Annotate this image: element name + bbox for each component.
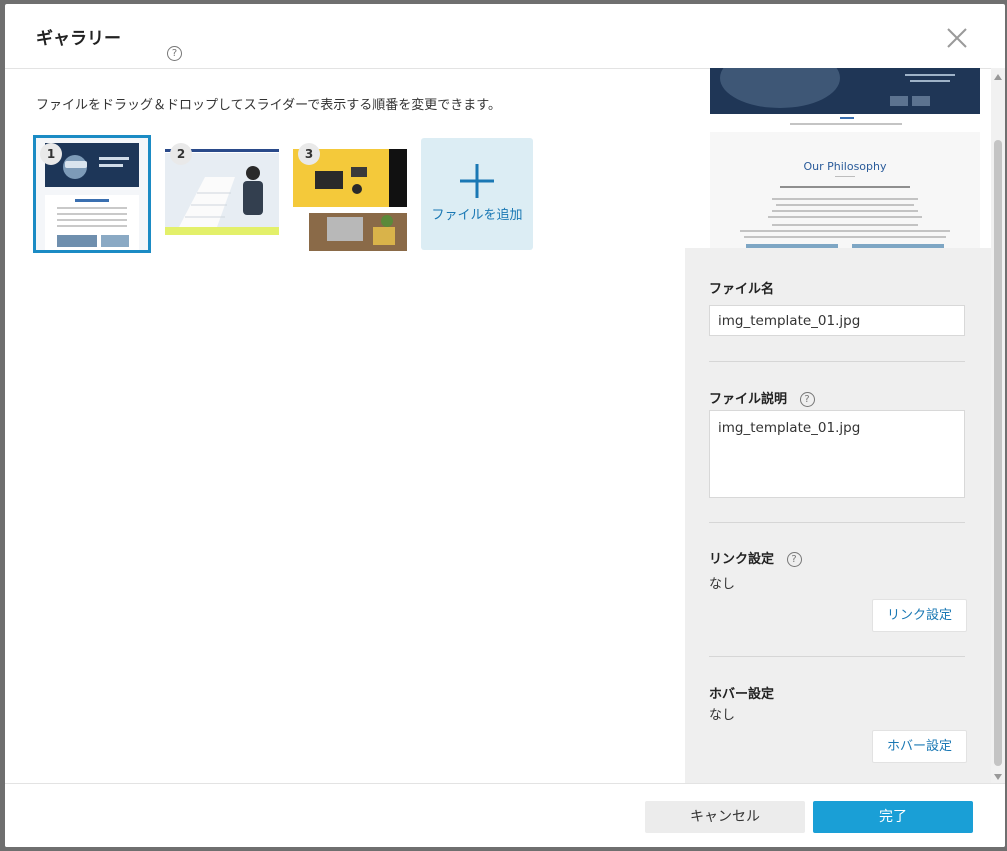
file-description-textarea[interactable]: img_template_01.jpg — [709, 410, 965, 498]
link-settings-value: なし — [709, 577, 736, 592]
hover-settings-value: なし — [709, 708, 736, 723]
file-description-label: ファイル説明 ? — [709, 388, 815, 407]
scroll-down-arrow-icon[interactable] — [994, 774, 1002, 780]
scrollbar-thumb[interactable] — [994, 140, 1002, 766]
file-name-input[interactable] — [709, 305, 965, 336]
gallery-thumbnail-2[interactable]: 2 — [165, 137, 279, 251]
preview-document: Our Philosophy — [710, 132, 980, 248]
question-circle-icon[interactable]: ? — [167, 46, 182, 61]
thumbnail-number: 2 — [170, 143, 192, 165]
gallery-dialog: ギャラリー ? ファイルをドラッグ＆ドロップしてスライダーで表示する順番を変更で… — [5, 4, 1005, 847]
add-file-label: ファイルを追加 — [431, 208, 523, 223]
file-name-label: ファイル名 — [709, 282, 775, 297]
question-circle-icon[interactable]: ? — [786, 552, 802, 567]
gallery-thumbnail-3[interactable]: 3 — [293, 137, 407, 251]
gallery-thumbnail-1[interactable]: 1 — [33, 135, 151, 253]
file-description-label-text: ファイル説明 — [709, 392, 788, 407]
file-settings-panel: ファイル名 ファイル説明 ? img_template_01.jpg リンク設定… — [685, 248, 991, 784]
dialog-footer: キャンセル 完了 — [5, 783, 1005, 847]
preview-heading: Our Philosophy — [803, 160, 887, 173]
add-file-button[interactable]: ファイルを追加 — [421, 138, 533, 250]
question-circle-icon[interactable]: ? — [799, 392, 815, 407]
cancel-button[interactable]: キャンセル — [645, 801, 805, 833]
link-settings-label: リンク設定 ? — [709, 548, 802, 567]
dialog-header: ギャラリー ? — [5, 4, 1005, 69]
done-button[interactable]: 完了 — [813, 801, 973, 833]
link-settings-button[interactable]: リンク設定 — [872, 599, 967, 632]
preview-hero-image — [710, 68, 980, 114]
hover-settings-button[interactable]: ホバー設定 — [872, 730, 967, 763]
preview-caption — [790, 117, 902, 125]
divider — [709, 361, 965, 362]
divider — [709, 656, 965, 657]
close-icon[interactable] — [945, 26, 969, 50]
thumbnail-number: 3 — [298, 143, 320, 165]
panel-scrollbar[interactable] — [991, 68, 1005, 784]
gallery-instruction: ファイルをドラッグ＆ドロップしてスライダーで表示する順番を変更できます。 — [36, 98, 502, 113]
dialog-title: ギャラリー ? — [36, 24, 182, 61]
scroll-up-arrow-icon[interactable] — [994, 74, 1002, 80]
thumbnail-number: 1 — [40, 143, 62, 165]
divider — [709, 522, 965, 523]
dialog-title-text: ギャラリー — [36, 29, 121, 49]
plus-icon — [460, 164, 494, 198]
hover-settings-label: ホバー設定 — [709, 687, 775, 702]
link-settings-label-text: リンク設定 — [709, 552, 775, 567]
